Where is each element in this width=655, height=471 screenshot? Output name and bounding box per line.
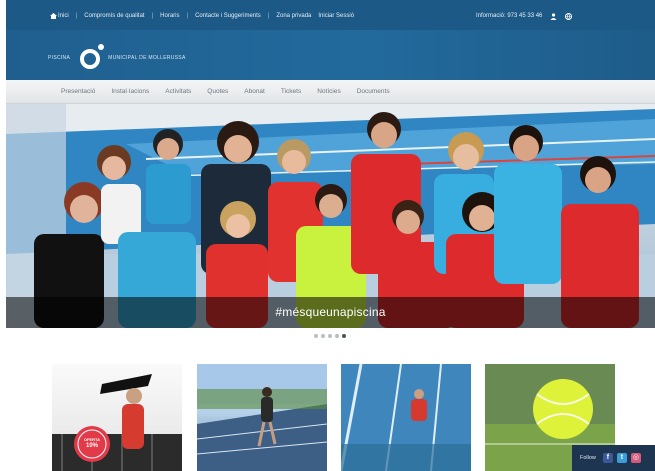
top-link-home[interactable]: Inici [58, 13, 69, 19]
globe-icon[interactable] [565, 13, 573, 21]
card-athletics[interactable] [197, 364, 327, 471]
top-link-schedule[interactable]: Horaris [160, 13, 179, 19]
top-right: Informació: 973 45 33 46 [476, 13, 573, 21]
home-icon[interactable] [50, 13, 57, 19]
card-promo-label: OFERTA [83, 437, 101, 442]
slider-dot-1[interactable] [314, 334, 318, 338]
nav-item-abonat[interactable]: Abonat [244, 88, 265, 95]
card-athletics-image [197, 364, 327, 471]
page: Inici | Compromís de qualitat | Horaris … [0, 0, 655, 471]
hero-caption: #mésqueunapiscina [275, 305, 386, 319]
card-promo[interactable]: OFERTA 10% [52, 364, 182, 471]
user-icon[interactable] [550, 13, 557, 20]
separator: | [151, 13, 154, 19]
nav-item-noticies[interactable]: Notícies [317, 88, 340, 95]
feature-cards: OFERTA 10% [52, 364, 632, 471]
separator: | [186, 13, 189, 19]
follow-widget: Follow f t ◎ [572, 445, 655, 471]
separator: | [75, 13, 78, 19]
slider-pagination [314, 334, 346, 338]
slider-dot-2[interactable] [321, 334, 325, 338]
nav-item-documents[interactable]: Documents [357, 88, 390, 95]
hero-slider[interactable]: #mésqueunapiscina [6, 104, 655, 328]
logo-text-line2: MUNICIPAL DE MOLLERUSSA [108, 55, 186, 61]
slider-dot-3[interactable] [328, 334, 332, 338]
card-pool[interactable] [341, 364, 471, 471]
nav-item-presentacio[interactable]: Presentació [61, 88, 95, 95]
card-promo-badge: 10% [85, 443, 98, 449]
nav-item-quotes[interactable]: Quotes [207, 88, 228, 95]
instagram-icon[interactable]: ◎ [630, 453, 641, 463]
site-logo[interactable]: PISCINA MUNICIPAL DE MOLLERUSSA [48, 42, 186, 74]
card-promo-image [52, 374, 182, 471]
slider-dot-4[interactable] [335, 334, 339, 338]
top-link-contact[interactable]: Contacte i Suggeriments [195, 13, 261, 19]
nav-item-tickets[interactable]: Tickets [281, 88, 301, 95]
top-link-login[interactable]: Iniciar Sessió [318, 13, 354, 19]
slider-dot-5[interactable] [342, 334, 346, 338]
top-links: Inici | Compromís de qualitat | Horaris … [58, 13, 354, 19]
top-link-quality[interactable]: Compromís de qualitat [84, 13, 144, 19]
card-pool-image [341, 364, 471, 471]
top-bar: Inici | Compromís de qualitat | Horaris … [6, 0, 655, 30]
main-nav: Presentació Instal·lacions Activitats Qu… [6, 80, 655, 104]
separator: | [267, 13, 270, 19]
facebook-icon[interactable]: f [602, 453, 613, 463]
top-link-private-zone[interactable]: Zona privada [276, 13, 311, 19]
site-header: Inici | Compromís de qualitat | Horaris … [6, 0, 655, 80]
hero-caption-bar: #mésqueunapiscina [6, 297, 655, 328]
logo-mark-icon [74, 43, 105, 73]
twitter-icon[interactable]: t [616, 453, 627, 463]
nav-item-activitats[interactable]: Activitats [165, 88, 191, 95]
follow-label: Follow [580, 455, 596, 461]
phone-info: Informació: 973 45 33 46 [476, 13, 543, 19]
nav-item-installacions[interactable]: Instal·lacions [111, 88, 149, 95]
hero-photo [6, 104, 655, 328]
logo-text-line1: PISCINA [48, 55, 71, 61]
